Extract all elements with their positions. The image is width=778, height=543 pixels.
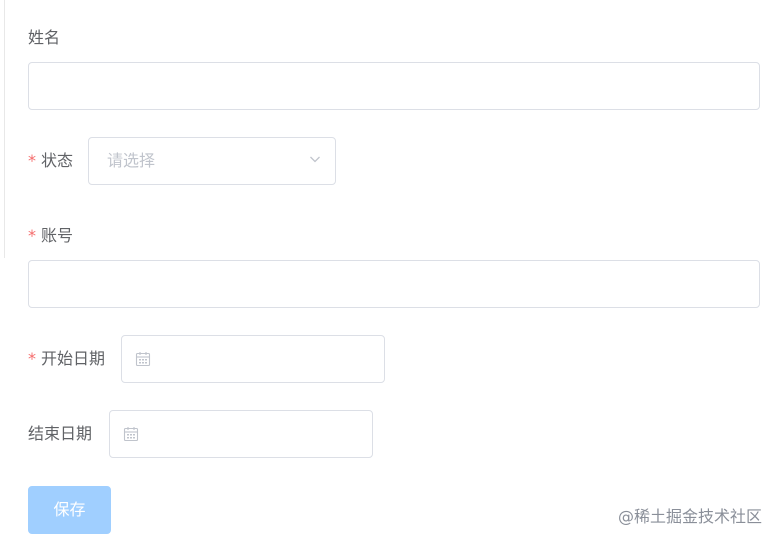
form-page: 姓名 * 状态 请选择 * 账号 * 开始日期 结束日期 保存 @稀土掘金技术社…: [0, 0, 778, 543]
required-asterisk: *: [28, 151, 36, 170]
required-asterisk: *: [28, 226, 36, 245]
status-select[interactable]: 请选择: [88, 137, 336, 185]
name-input[interactable]: [28, 62, 760, 110]
left-divider: [4, 0, 5, 258]
name-label: 姓名: [28, 28, 60, 48]
account-label-text: 账号: [41, 226, 74, 245]
status-select-placeholder: 请选择: [107, 151, 156, 170]
save-button[interactable]: 保存: [28, 486, 111, 534]
required-asterisk: *: [28, 349, 36, 368]
calendar-icon: [135, 352, 151, 367]
end-date-picker[interactable]: [109, 410, 373, 458]
start-date-label-text: 开始日期: [41, 349, 106, 368]
calendar-icon: [123, 427, 139, 442]
start-date-label: * 开始日期: [28, 349, 105, 369]
name-label-text: 姓名: [28, 28, 61, 47]
account-input[interactable]: [28, 260, 760, 308]
account-label: * 账号: [28, 226, 73, 246]
status-label: * 状态: [28, 151, 73, 171]
status-label-text: 状态: [41, 151, 74, 170]
chevron-down-icon: [310, 156, 320, 163]
start-date-picker[interactable]: [121, 335, 385, 383]
watermark-text: @稀土掘金技术社区: [617, 507, 762, 526]
end-date-label: 结束日期: [28, 424, 92, 444]
end-date-label-text: 结束日期: [28, 424, 93, 443]
